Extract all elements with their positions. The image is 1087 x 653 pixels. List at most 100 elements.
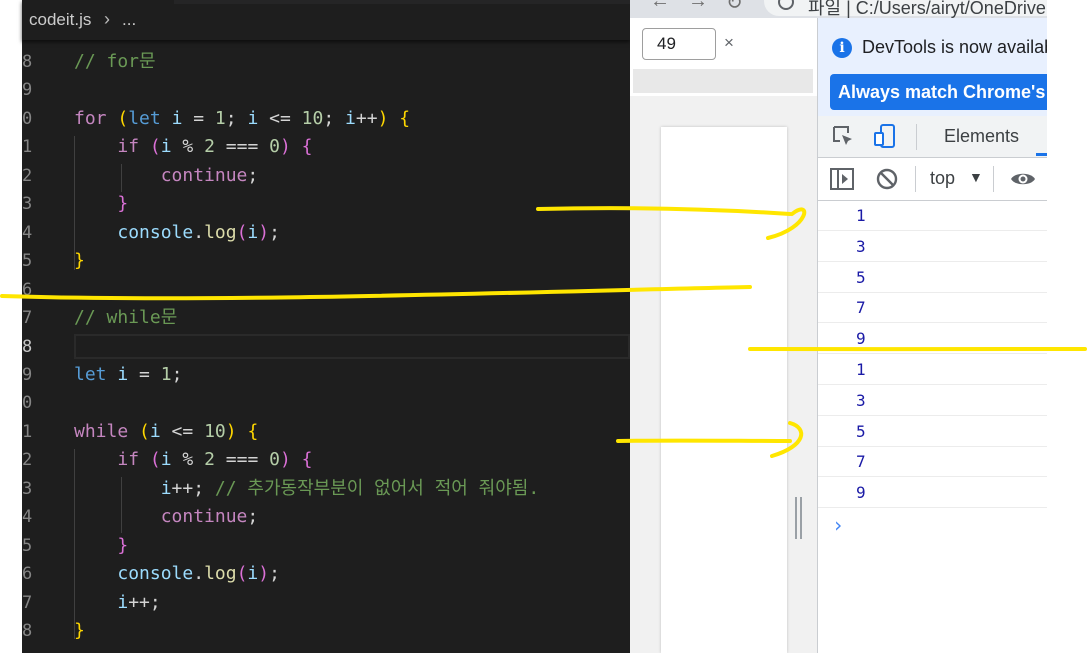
line-number: 7 xyxy=(22,592,33,613)
tab-elements[interactable]: Elements xyxy=(944,126,1019,147)
code-line[interactable]: 5} xyxy=(0,247,630,275)
code-text[interactable]: // for문 xyxy=(74,48,156,76)
console-value: 7 xyxy=(856,452,866,472)
code-text[interactable]: } xyxy=(74,247,85,275)
line-number: 2 xyxy=(22,450,33,471)
line-number: 5 xyxy=(22,535,33,556)
line-number: 6 xyxy=(22,279,33,300)
code-token: ) xyxy=(258,221,270,243)
breadcrumb-file[interactable]: codeit.js xyxy=(29,10,91,30)
code-text[interactable]: if (i % 2 === 0) { xyxy=(74,446,313,474)
code-text[interactable]: for (let i = 1; i <= 10; i++) { xyxy=(74,105,410,133)
code-line[interactable]: 3 i++; // 추가동작부분이 없어서 적어 줘야됨. xyxy=(0,475,630,503)
reload-icon[interactable]: ↻ xyxy=(726,0,743,15)
line-number: 3 xyxy=(22,478,33,499)
code-token: ; xyxy=(269,563,280,585)
code-editor[interactable]: 8 // for문 9 0 for (let i = 1; i <= 10; i++) … xyxy=(0,0,630,653)
code-text[interactable]: let i = 1; xyxy=(74,361,182,389)
code-token: ++; xyxy=(171,477,215,499)
code-line[interactable]: 1 while (i <= 10) { xyxy=(0,418,630,446)
code-token: . xyxy=(193,221,205,243)
code-token: } xyxy=(74,250,85,272)
code-line[interactable]: 6 console.log(i); xyxy=(0,560,630,588)
code-line[interactable]: 5 } xyxy=(0,532,630,560)
browser-window: ← → ↻ 파일 | C:/Users/airyt/OneDrive 49 × … xyxy=(630,0,1047,653)
breadcrumb-more[interactable]: ... xyxy=(122,10,136,30)
code-token: // while문 xyxy=(74,307,178,329)
code-line[interactable]: 4 continue; xyxy=(0,503,630,531)
code-line[interactable]: 8 xyxy=(0,333,630,361)
sidebar-toggle-icon[interactable] xyxy=(830,168,854,190)
console-prompt-icon[interactable]: › xyxy=(832,513,844,537)
tab-strip xyxy=(174,0,630,4)
back-arrow-icon[interactable]: ← xyxy=(650,0,670,13)
code-line[interactable]: 0 xyxy=(0,389,630,417)
code-token: ) xyxy=(258,563,270,585)
clear-console-icon[interactable] xyxy=(876,168,898,190)
page-document[interactable] xyxy=(661,127,787,653)
code-token: if xyxy=(117,449,140,471)
code-line[interactable]: 8} xyxy=(0,617,630,645)
code-text[interactable]: i++; // 추가동작부분이 없어서 적어 줘야됨. xyxy=(74,475,539,503)
code-text[interactable]: // while문 xyxy=(74,304,177,332)
url-text[interactable]: 파일 | C:/Users/airyt/OneDrive xyxy=(808,0,1046,20)
eye-icon[interactable] xyxy=(1010,168,1036,190)
code-text[interactable]: } xyxy=(74,617,85,645)
code-text[interactable]: console.log(i); xyxy=(74,560,280,588)
device-toolbar-icon[interactable] xyxy=(874,124,896,148)
context-selector[interactable]: top xyxy=(930,168,955,189)
dropdown-arrow-icon[interactable]: ▼ xyxy=(969,169,983,185)
forward-arrow-icon[interactable]: → xyxy=(688,0,708,13)
code-line[interactable]: 7 i++; xyxy=(0,589,630,617)
code-token: while xyxy=(74,420,129,442)
code-line[interactable]: 7 // while문 xyxy=(0,304,630,332)
code-line[interactable]: 6 xyxy=(0,276,630,304)
select-element-icon[interactable] xyxy=(832,125,854,147)
code-token: i xyxy=(247,107,259,129)
code-line[interactable]: 2 continue; xyxy=(0,162,630,190)
code-line[interactable]: 9 xyxy=(0,76,630,104)
console-value: 3 xyxy=(856,236,866,256)
split-resize-handle[interactable] xyxy=(795,497,803,539)
code-token: 2 xyxy=(204,136,215,158)
code-token: } xyxy=(117,193,129,215)
line-number: 9 xyxy=(22,364,33,385)
code-token: { xyxy=(301,449,313,471)
code-token: 10 xyxy=(301,107,324,129)
code-text[interactable]: if (i % 2 === 0) { xyxy=(74,133,312,161)
notice-text: DevTools is now available in Korean xyxy=(862,37,1047,57)
code-text[interactable]: i++; xyxy=(74,589,160,617)
console-message: 7 xyxy=(818,447,1047,478)
zoom-input[interactable]: 49 xyxy=(642,28,716,60)
code-text[interactable]: continue; xyxy=(74,503,259,531)
code-text[interactable]: console.log(i); xyxy=(74,219,280,247)
code-token: = xyxy=(182,107,215,129)
code-token: ( xyxy=(149,449,161,471)
code-text[interactable]: } xyxy=(74,532,128,560)
match-language-button[interactable]: Always match Chrome's language xyxy=(830,74,1047,110)
code-token: i xyxy=(117,363,129,385)
code-text[interactable]: while (i <= 10) { xyxy=(74,418,258,446)
code-text[interactable]: } xyxy=(74,190,128,218)
code-token: % xyxy=(171,449,205,471)
code-line[interactable]: 1 if (i % 2 === 0) { xyxy=(0,133,630,161)
line-number: 8 xyxy=(22,336,33,357)
code-line[interactable]: 2 if (i % 2 === 0) { xyxy=(0,446,630,474)
code-line[interactable]: 8 // for문 xyxy=(0,48,630,76)
console-message: 5 xyxy=(818,417,1047,447)
code-token: i xyxy=(247,221,259,243)
code-line[interactable]: 4 console.log(i); xyxy=(0,219,630,247)
code-line[interactable]: 9 let i = 1; xyxy=(0,361,630,389)
code-token: ) xyxy=(279,449,291,471)
code-line[interactable]: 0 for (let i = 1; i <= 10; i++) { xyxy=(0,105,630,133)
code-text[interactable]: continue; xyxy=(74,162,259,190)
code-line[interactable]: 3 } xyxy=(0,190,630,218)
code-token: 0 xyxy=(269,136,280,158)
code-token: ( xyxy=(117,107,129,129)
console-value: 1 xyxy=(856,206,866,225)
console-message: 3 xyxy=(818,386,1047,416)
close-icon[interactable]: × xyxy=(724,33,734,53)
